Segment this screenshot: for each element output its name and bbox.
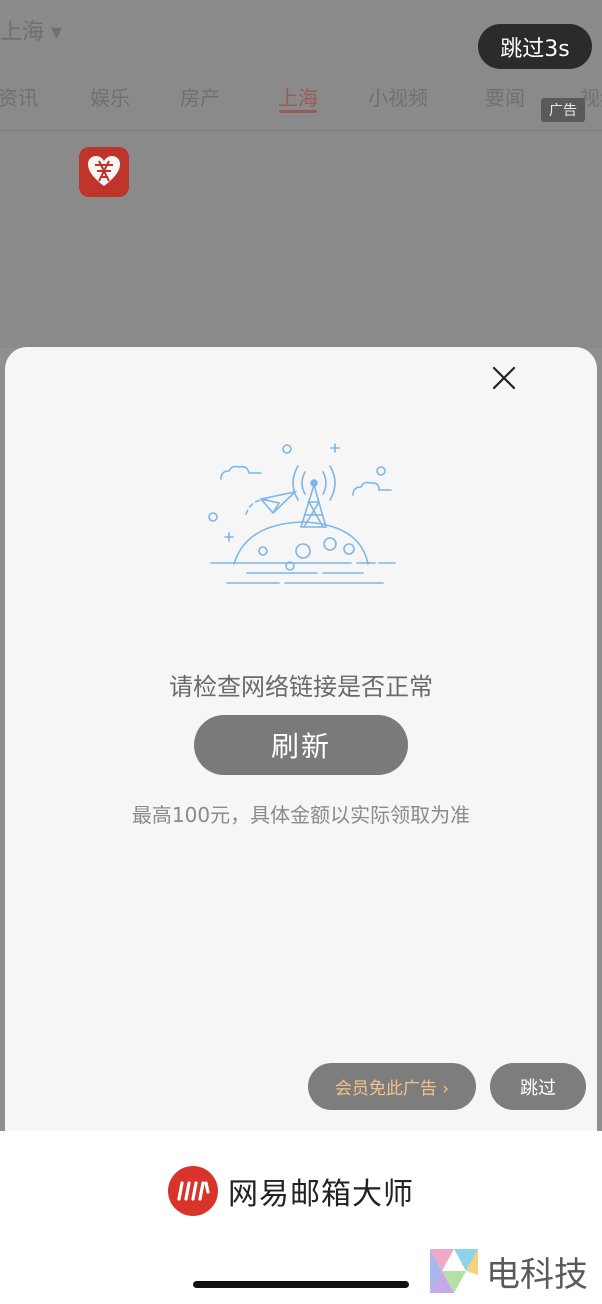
- tab-2[interactable]: 房产: [180, 82, 220, 111]
- home-indicator[interactable]: [193, 1281, 409, 1288]
- tab-5[interactable]: 要闻: [485, 82, 525, 111]
- background-tabs: 资讯 娱乐 房产 上海 小视频 要闻 视频: [0, 82, 602, 116]
- refresh-button[interactable]: 刷新: [194, 715, 408, 775]
- app-footer: 网易邮箱大师 电科技: [0, 1131, 602, 1304]
- vip-remove-ads-button[interactable]: 会员免此广告 ›: [308, 1063, 476, 1110]
- skip-countdown-button[interactable]: 跳过3s: [478, 24, 592, 69]
- active-tab-indicator: [279, 110, 317, 113]
- logo-mark-icon: [177, 1181, 210, 1201]
- close-button[interactable]: [483, 357, 525, 399]
- reward-note: 最高100元，具体金额以实际领取为准: [131, 803, 471, 827]
- tab-4[interactable]: 小视频: [368, 82, 428, 111]
- brand-name: 网易邮箱大师: [228, 1177, 414, 1212]
- close-icon: [492, 366, 516, 390]
- pinduoduo-app-icon[interactable]: [79, 147, 129, 197]
- watermark-text: 电科技: [486, 1254, 588, 1295]
- brand: 网易邮箱大师: [168, 1166, 414, 1216]
- watermark-logo-icon: [430, 1249, 478, 1293]
- tab-1[interactable]: 娱乐: [90, 82, 130, 111]
- netease-mail-logo-icon: [168, 1166, 218, 1216]
- watermark: 电科技: [428, 1241, 598, 1301]
- skip-button[interactable]: 跳过: [490, 1063, 586, 1110]
- header-divider: [0, 130, 602, 131]
- location-selector[interactable]: 上海 ▾: [0, 14, 62, 46]
- ad-label: 广告: [541, 98, 585, 122]
- network-error-modal: 请检查网络链接是否正常 刷新 最高100元，具体金额以实际领取为准 会员免此广告…: [5, 347, 597, 1167]
- tab-3-active[interactable]: 上海: [278, 82, 318, 111]
- tab-0[interactable]: 资讯: [0, 82, 38, 111]
- heart-logo-icon: [88, 156, 120, 186]
- network-error-message: 请检查网络链接是否正常: [169, 673, 433, 701]
- no-network-illustration-icon: [208, 443, 396, 584]
